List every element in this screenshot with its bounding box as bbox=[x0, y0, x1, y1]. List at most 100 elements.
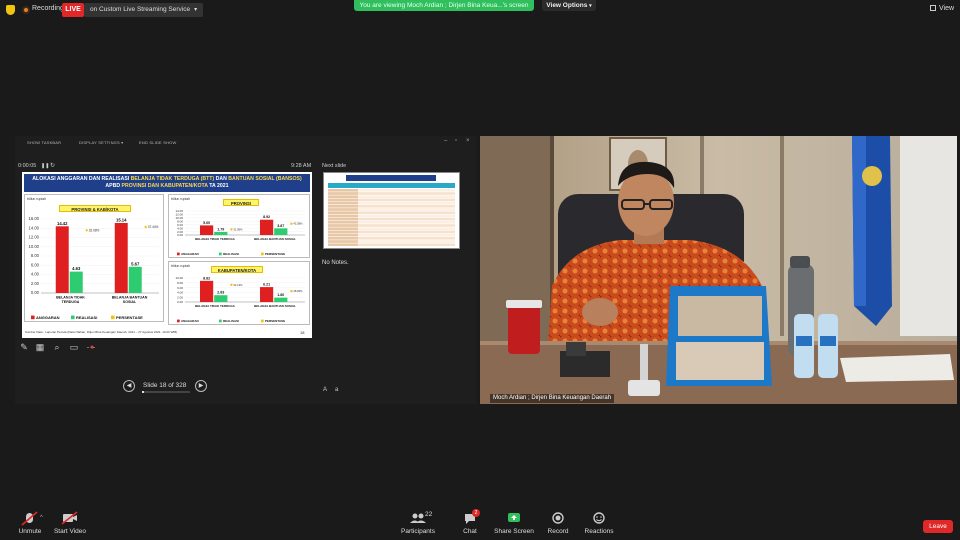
table-cell bbox=[328, 192, 358, 195]
participants-icon: 22 bbox=[388, 510, 448, 526]
minimize-icon[interactable]: – bbox=[444, 138, 447, 144]
category-label: SOSIAL bbox=[123, 300, 137, 304]
slide-number: 18 bbox=[300, 330, 305, 335]
security-shield-icon[interactable] bbox=[6, 5, 15, 15]
video-frame bbox=[480, 136, 957, 404]
legend-label: REALISASI bbox=[76, 315, 97, 320]
close-icon[interactable]: × bbox=[466, 138, 470, 144]
percentage-label: 28.99% bbox=[293, 289, 303, 293]
reactions-button[interactable]: Reactions bbox=[569, 510, 629, 535]
table-cell bbox=[328, 205, 358, 208]
recording-label[interactable]: Recording bbox=[32, 5, 64, 12]
restart-timer-icon[interactable]: ↻ bbox=[50, 162, 55, 169]
bar-anggaran bbox=[260, 219, 274, 235]
record-indicator-icon: ● bbox=[89, 344, 95, 351]
legend-swatch bbox=[177, 319, 180, 323]
chart-title: PROVINSI & KAB/KOTA bbox=[59, 205, 131, 212]
chevron-down-icon: ▾ bbox=[589, 3, 592, 9]
y-tick-label: 2.00 bbox=[177, 230, 183, 234]
bar-value-label: 14.42 bbox=[57, 221, 68, 226]
category-label: BELANJA TIDAK TERDUGA bbox=[195, 304, 236, 308]
table-cell bbox=[328, 189, 358, 192]
table-cell bbox=[328, 240, 358, 243]
legend-swatch bbox=[111, 315, 115, 320]
y-tick-label: 2.00 bbox=[177, 295, 183, 299]
chart-unit: triliun rupiah bbox=[171, 264, 191, 268]
view-options-button[interactable]: View Options ▾ bbox=[542, 0, 596, 11]
bar-realisasi bbox=[274, 297, 288, 302]
participant-video[interactable]: Moch Ardian ; Dirjen Bina Keuangan Daera… bbox=[480, 136, 957, 404]
bar-chart-kabkota: 0.002.004.006.008.0010.00 8.82 2.83 32.13% B… bbox=[175, 276, 305, 323]
category-label: BELANJA BANTUAN bbox=[112, 296, 148, 300]
next-slide-thumbnail[interactable] bbox=[323, 172, 460, 249]
bar-value-label: 6.21 bbox=[263, 283, 270, 287]
top-bar: Recording LIVE on Custom Live Streaming … bbox=[0, 0, 960, 20]
bar-realisasi bbox=[274, 228, 288, 235]
bar-value-label: 2.83 bbox=[217, 291, 224, 295]
bar-realisasi bbox=[214, 295, 228, 302]
black-screen-icon[interactable]: ▭ bbox=[69, 342, 79, 352]
title-text: ALOKASI ANGGARAN DAN REALISASI bbox=[32, 176, 131, 182]
category-label: BELANJA BANTUAN SOSIAL bbox=[254, 237, 296, 241]
bar-anggaran bbox=[260, 287, 274, 302]
bar-value-label: 4.63 bbox=[72, 266, 81, 271]
zoom-icon[interactable]: ⌕ bbox=[52, 342, 62, 352]
participant-name-tag: Moch Ardian ; Dirjen Bina Keuangan Daera… bbox=[490, 394, 615, 403]
bar-chart-combined: 0.00 2.00 4.00 6.00 8.00 10.00 12.00 14.00 16.00… bbox=[29, 216, 159, 320]
bar-value-label: 3.87 bbox=[277, 224, 284, 228]
percentage-marker bbox=[290, 289, 293, 293]
title-text: TA 2021 bbox=[207, 183, 229, 189]
bar-value-label: 8.92 bbox=[263, 215, 270, 219]
live-stream-label: on Custom Live Streaming Service bbox=[90, 6, 191, 13]
legend-swatch bbox=[261, 319, 264, 323]
legend-swatch bbox=[219, 252, 222, 256]
bar-realisasi bbox=[69, 271, 83, 293]
y-tick-label: 8.00 bbox=[177, 281, 183, 285]
previous-slide-button[interactable]: ◀ bbox=[123, 380, 135, 392]
display-settings-button[interactable]: DISPLAY SETTINGS ▾ bbox=[79, 140, 123, 145]
slide-counter: Slide 18 of 328 bbox=[143, 382, 187, 389]
show-taskbar-button[interactable]: SHOW TASKBAR bbox=[27, 140, 61, 145]
leave-button[interactable]: Leave bbox=[923, 520, 953, 533]
category-label: BELANJA TIDAK TERDUGA bbox=[195, 237, 236, 241]
legend-label: PERSENTASE bbox=[116, 315, 143, 320]
elapsed-timer: 0:00:05 bbox=[18, 163, 37, 169]
view-button[interactable]: View bbox=[930, 5, 954, 12]
end-slide-show-button[interactable]: END SLIDE SHOW bbox=[139, 140, 176, 145]
table-cell bbox=[328, 201, 358, 205]
y-tick-label: 0.00 bbox=[31, 290, 40, 295]
participants-count: 22 bbox=[425, 511, 433, 518]
legend-label: REALISASI bbox=[223, 252, 239, 256]
y-tick-label: 6.00 bbox=[177, 286, 183, 290]
table-cell bbox=[328, 221, 358, 224]
table-cell bbox=[328, 198, 358, 202]
live-badge[interactable]: LIVE bbox=[62, 3, 84, 17]
percentage-marker bbox=[85, 229, 88, 232]
viewing-screen-banner: You are viewing Moch Ardian ; Dirjen Bin… bbox=[354, 0, 534, 11]
y-tick-label: 2.00 bbox=[31, 281, 40, 286]
table-cell bbox=[328, 195, 358, 198]
legend-label: ANGGARAN bbox=[181, 319, 199, 323]
y-tick-label: 6.00 bbox=[177, 223, 183, 227]
table-cell bbox=[328, 233, 358, 237]
next-slide-button[interactable]: ▶ bbox=[195, 380, 207, 392]
participants-button[interactable]: 22 Participants bbox=[388, 510, 448, 535]
percentage-label: 32.13% bbox=[233, 283, 243, 287]
pen-icon[interactable]: ✎ bbox=[19, 342, 29, 352]
bar-value-label: 5.67 bbox=[131, 261, 140, 266]
enlarge-text-icon[interactable]: A bbox=[323, 387, 327, 393]
participants-label: Participants bbox=[401, 528, 435, 535]
legend-label: ANGGARAN bbox=[181, 252, 199, 256]
maximize-icon[interactable]: ▫ bbox=[455, 138, 457, 144]
pause-icon[interactable]: ❚❚ bbox=[41, 163, 49, 169]
percentage-label: 31.96% bbox=[233, 227, 243, 231]
y-tick-label: 14.00 bbox=[175, 209, 183, 213]
legend-swatch bbox=[31, 315, 35, 320]
start-video-button[interactable]: Start Video bbox=[40, 510, 100, 535]
legend-label: PERSENTASE bbox=[265, 252, 285, 256]
bar-value-label: 1.79 bbox=[217, 227, 224, 231]
speaker-notes: No Notes. bbox=[322, 260, 349, 266]
see-all-slides-icon[interactable]: ▦ bbox=[35, 342, 45, 352]
shrink-text-icon[interactable]: a bbox=[335, 387, 338, 393]
live-stream-dropdown[interactable]: on Custom Live Streaming Service ▾ bbox=[84, 3, 204, 17]
